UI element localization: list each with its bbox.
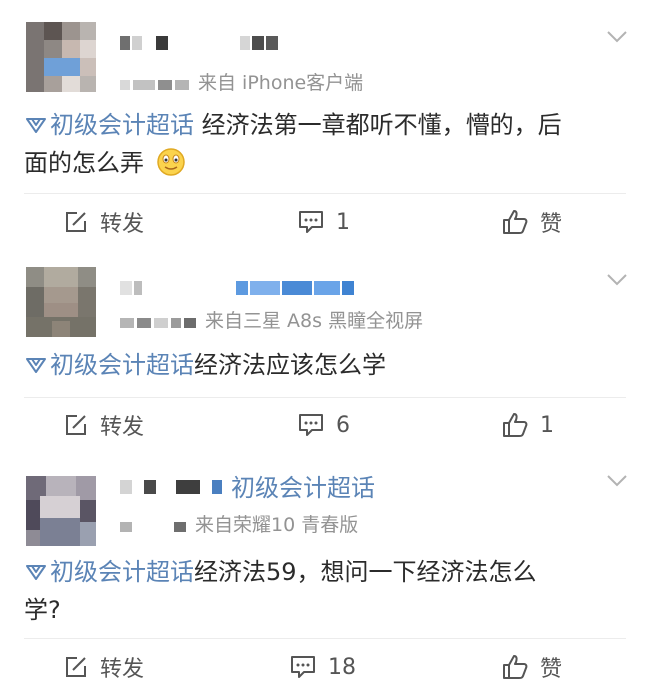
repost-edit-icon [66,657,86,677]
username-blurred[interactable] [120,480,230,494]
avatar[interactable] [26,476,96,546]
post-content: 初级会计超话 经济法第一章都听不懂，懵的，后 面的怎么弄 [24,111,562,177]
comment-bubble-icon [299,414,323,436]
avatar[interactable] [26,22,96,92]
thumbs-up-icon [503,655,528,679]
username-blurred[interactable] [120,36,280,50]
super-topic-link[interactable]: 初级会计超话 [24,111,194,139]
weibo-comment-1: 来自 iPhone客户端 初级会计超话 经济法第一章都听不懂，懵的，后 面的怎么… [0,0,650,257]
comment-bubble-icon [291,656,315,678]
post-source: 来自荣耀10 青春版 [120,510,358,537]
post-content: 初级会计超话经济法59，想问一下经济法怎么 学? [24,558,537,624]
super-topic-link[interactable]: 初级会计超话 [24,558,194,586]
action-bar: 转发 6 1 [0,405,650,445]
post-source: 来自 iPhone客户端 [120,68,363,95]
like-button[interactable]: 赞 [502,202,562,242]
comment-button[interactable]: 6 [298,405,350,445]
like-button[interactable]: 1 [502,405,554,445]
chevron-down-icon[interactable] [606,30,628,44]
divider [24,397,626,398]
like-button[interactable]: 赞 [502,647,562,687]
timestamp-blurred [120,73,192,95]
comment-button[interactable]: 18 [290,647,356,687]
post-source: 来自三星 A8s 黑瞳全视屏 [120,306,423,333]
thumbs-up-icon [503,210,528,234]
super-topic-diamond-icon [26,358,46,373]
divider [24,638,626,639]
avatar[interactable] [26,267,96,337]
username-blurred[interactable] [120,281,360,295]
chevron-down-icon[interactable] [606,273,628,287]
comment-bubble-icon [299,211,323,233]
repost-edit-icon [66,415,86,435]
super-topic-diamond-icon [26,118,46,133]
action-bar: 转发 1 赞 [0,202,650,242]
smiling-face-emoji [156,148,185,176]
timestamp-blurred [120,311,199,333]
user-super-topic-label[interactable]: 初级会计超话 [231,468,375,503]
repost-button[interactable]: 转发 [64,647,144,687]
timestamp-blurred [120,515,189,537]
divider [24,193,626,194]
repost-edit-icon [66,212,86,232]
post-content: 初级会计超话经济法应该怎么学 [24,346,626,384]
repost-button[interactable]: 转发 [64,405,144,445]
super-topic-link[interactable]: 初级会计超话 [24,351,194,379]
repost-button[interactable]: 转发 [64,202,144,242]
weibo-comment-2: 来自三星 A8s 黑瞳全视屏 初级会计超话经济法应该怎么学 转发 6 1 [0,257,650,452]
super-topic-diamond-icon [26,565,46,580]
weibo-comment-3: 初级会计超话 来自荣耀10 青春版 初级会计超话经济法59，想问一下经济法怎么 … [0,452,650,693]
action-bar: 转发 18 赞 [0,647,650,687]
thumbs-up-icon [503,413,528,437]
comment-button[interactable]: 1 [298,202,350,242]
chevron-down-icon[interactable] [606,474,628,488]
